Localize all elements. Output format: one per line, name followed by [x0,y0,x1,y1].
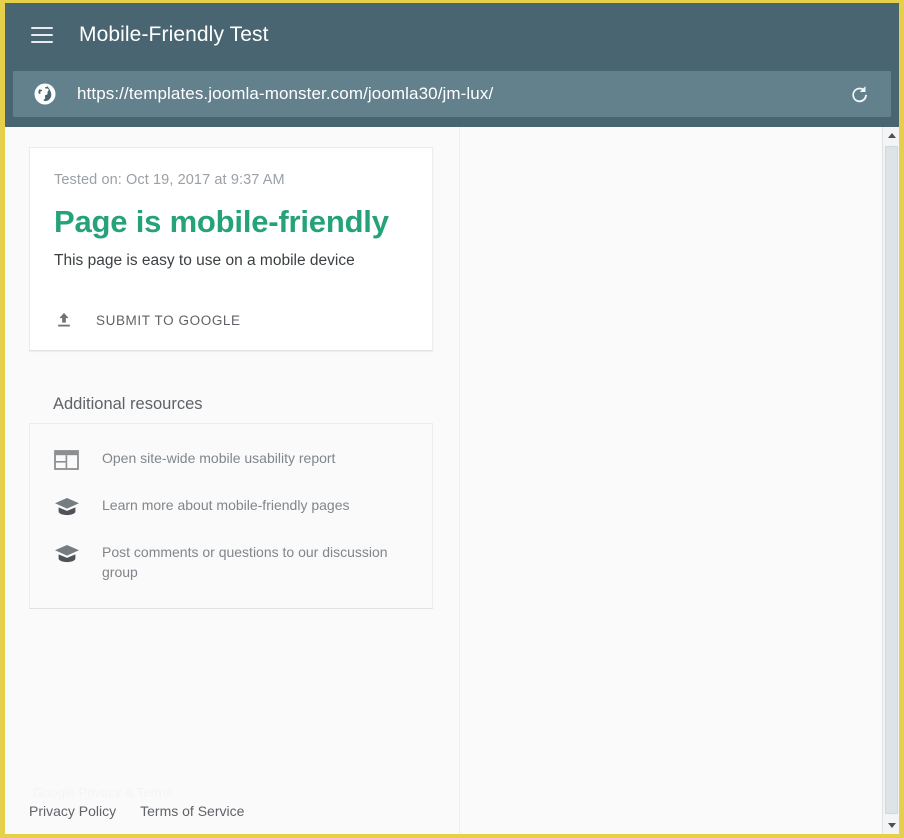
scroll-up-button[interactable] [883,127,899,144]
scrollbar-thumb[interactable] [885,146,898,814]
reload-icon[interactable] [849,83,871,105]
hamburger-menu-icon[interactable] [31,27,53,43]
submit-to-google-label: SUBMIT TO GOOGLE [96,312,241,328]
graduation-cap-icon [55,545,79,563]
app-window: Mobile-Friendly Test https://templates.j… [0,0,904,838]
resource-label: Post comments or questions to our discus… [102,544,388,580]
content-area: Tested on: Oct 19, 2017 at 9:37 AM Page … [5,127,899,834]
app-bar: Mobile-Friendly Test [5,3,899,67]
resource-label: Learn more about mobile-friendly pages [102,497,350,513]
additional-resources-heading: Additional resources [53,395,203,413]
resource-link-discussion-group[interactable]: Post comments or questions to our discus… [30,530,432,594]
chevron-down-icon [887,823,896,828]
result-card: Tested on: Oct 19, 2017 at 9:37 AM Page … [29,147,433,352]
report-layout-icon [54,450,79,470]
footer-ghost-text: Google Privacy & Terms [33,785,173,799]
preview-panel: FURNITURE Login Sign up [460,127,899,834]
upload-icon [58,313,70,327]
terms-of-service-link[interactable]: Terms of Service [140,803,244,819]
privacy-policy-link[interactable]: Privacy Policy [29,803,116,819]
scroll-down-button[interactable] [883,817,899,834]
verdict-heading: Page is mobile-friendly [54,204,389,239]
additional-resources-card: Open site-wide mobile usability report L… [29,423,433,609]
resource-label: Open site-wide mobile usability report [102,450,336,466]
resource-link-learn-more[interactable]: Learn more about mobile-friendly pages [30,483,432,530]
resource-link-usability-report[interactable]: Open site-wide mobile usability report [30,436,432,483]
verdict-subtext: This page is easy to use on a mobile dev… [54,252,355,270]
globe-icon [34,83,56,105]
results-panel: Tested on: Oct 19, 2017 at 9:37 AM Page … [5,127,460,834]
graduation-cap-icon [55,498,79,516]
chevron-up-icon [887,133,896,138]
page-title: Mobile-Friendly Test [79,23,269,46]
tested-on-text: Tested on: Oct 19, 2017 at 9:37 AM [54,172,285,188]
url-text[interactable]: https://templates.joomla-monster.com/joo… [77,84,849,104]
url-bar-container: https://templates.joomla-monster.com/joo… [5,67,899,127]
footer-links: Privacy Policy Terms of Service [29,803,244,819]
submit-to-google-button[interactable]: SUBMIT TO GOOGLE [54,310,408,330]
url-bar[interactable]: https://templates.joomla-monster.com/joo… [13,71,891,117]
vertical-scrollbar[interactable] [882,127,899,834]
